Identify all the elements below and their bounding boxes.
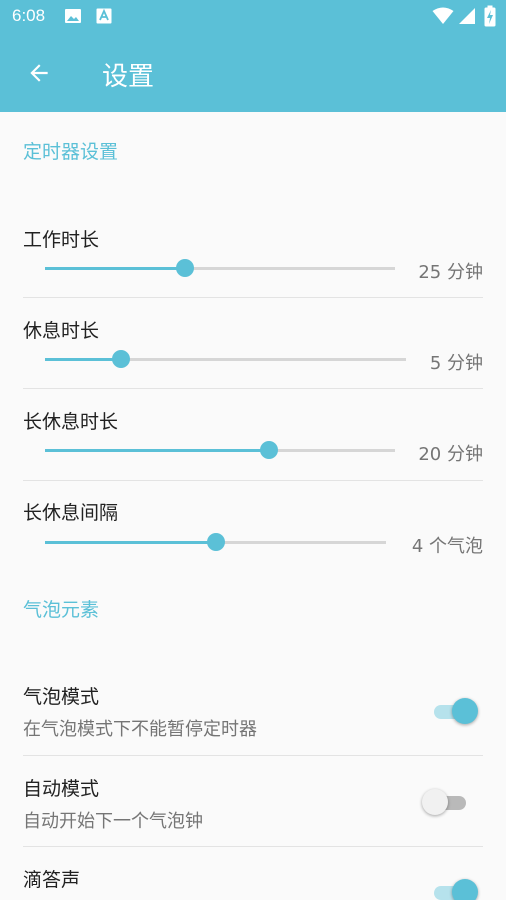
long-break-interval-title: 长休息间隔 [23,502,119,524]
long-break-duration-value: 20 分钟 [418,444,483,465]
section-header-timer: 定时器设置 [23,141,119,163]
slider-fill [45,449,269,452]
slider-thumb[interactable] [206,533,225,551]
long-break-interval-slider[interactable] [45,532,386,552]
slider-thumb[interactable] [176,259,194,277]
break-duration-value: 5 分钟 [429,353,483,374]
auto-mode-summary: 自动开始下一个气泡钟 [23,811,203,832]
app-bar: 设置 [0,34,506,112]
divider [23,480,483,481]
switch-thumb [422,789,448,815]
switch-thumb [452,698,478,724]
long-break-duration-title: 长休息时长 [23,411,119,433]
slider-thumb[interactable] [260,441,278,459]
battery-charging-icon [484,5,496,31]
section-header-bubble: 气泡元素 [23,599,100,621]
work-duration-value: 25 分钟 [418,262,483,283]
bubble-mode-title: 气泡模式 [23,686,100,708]
bubble-mode-switch[interactable] [432,696,480,726]
auto-mode-switch[interactable] [422,787,470,817]
wifi-icon [432,7,454,29]
divider [23,297,483,298]
divider [23,846,483,847]
long-break-interval-value: 4 个气泡 [411,536,483,557]
slider-fill [45,541,216,544]
back-button[interactable] [22,56,56,90]
status-time: 6:08 [12,6,46,25]
divider [23,755,483,756]
page-title: 设置 [102,62,155,92]
break-duration-title: 休息时长 [23,320,100,342]
long-break-duration-slider[interactable] [45,440,395,460]
bubble-mode-summary: 在气泡模式下不能暂停定时器 [23,719,257,740]
image-icon [64,8,82,28]
work-duration-slider[interactable] [45,258,395,278]
status-bar: 6:08 [0,0,506,34]
arrow-left-icon [30,64,48,82]
switch-thumb [452,879,478,900]
slider-fill [45,267,185,270]
slider-thumb[interactable] [111,350,130,368]
ticking-sound-title: 滴答声 [23,869,81,891]
divider [23,388,483,389]
ticking-sound-switch[interactable] [432,877,480,900]
break-duration-slider[interactable] [45,349,406,369]
slider-fill [45,358,121,361]
font-icon [96,8,112,28]
work-duration-title: 工作时长 [23,229,100,251]
signal-icon [458,7,476,29]
auto-mode-title: 自动模式 [23,778,100,800]
